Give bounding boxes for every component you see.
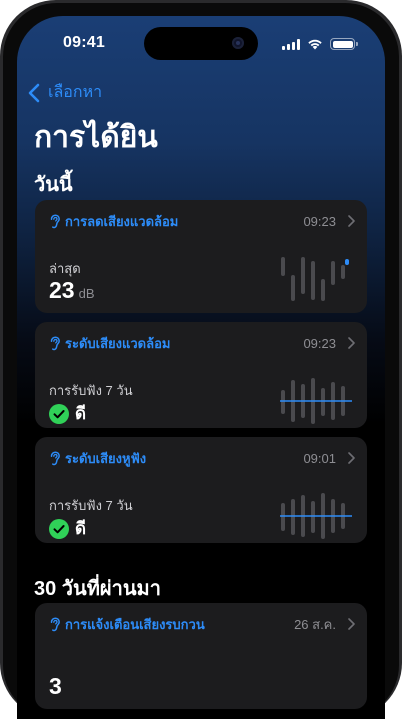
back-label: เลือกหา — [48, 84, 103, 101]
screen: 09:41 เลือกหา การได้ยิน วันนี้ การลดเสีย… — [17, 16, 385, 719]
status-text: ดี — [75, 404, 87, 423]
headphone-sparkline — [280, 493, 352, 539]
environmental-sparkline — [280, 378, 352, 424]
latest-db-unit: dB — [78, 286, 95, 301]
card-title: ระดับเสียงแวดล้อม — [65, 335, 171, 351]
checkmark-circle-icon — [49, 518, 69, 539]
latest-db-value: 23 — [49, 277, 75, 303]
ear-icon — [50, 616, 60, 631]
latest-value: 23 dB — [49, 277, 95, 304]
section-header-last-30-days: 30 วันที่ผ่านมา — [34, 578, 161, 600]
card-label: ล่าสุด — [49, 261, 81, 276]
chevron-right-icon — [348, 337, 355, 349]
volume-down-button — [0, 218, 3, 270]
card-time: 09:01 — [303, 450, 336, 466]
chevron-left-icon — [28, 83, 40, 102]
card-environmental-level[interactable]: ระดับเสียงแวดล้อม 09:23 การรับฟัง 7 วัน … — [35, 322, 367, 428]
card-noise-reduction[interactable]: การลดเสียงแวดล้อม 09:23 ล่าสุด 23 dB — [35, 200, 367, 313]
card-title: การแจ้งเตือนเสียงรบกวน — [65, 616, 205, 632]
ear-icon — [50, 335, 60, 350]
chevron-right-icon — [348, 452, 355, 464]
card-header: การแจ้งเตือนเสียงรบกวน 26 ส.ค. — [49, 615, 355, 633]
status-icons — [282, 38, 358, 50]
status-time: 09:41 — [63, 34, 105, 51]
card-time: 09:23 — [303, 213, 336, 229]
card-header: ระดับเสียงแวดล้อม 09:23 — [49, 334, 355, 352]
card-date: 26 ส.ค. — [294, 616, 336, 632]
card-title: การลดเสียงแวดล้อม — [65, 213, 179, 229]
page-title: การได้ยิน — [34, 121, 158, 154]
card-headphone-level[interactable]: ระดับเสียงหูฟัง 09:01 การรับฟัง 7 วัน ดี — [35, 437, 367, 543]
card-title: ระดับเสียงหูฟัง — [65, 450, 147, 466]
status-text: ดี — [75, 519, 87, 538]
noise-reduction-sparkline — [281, 257, 349, 301]
ear-icon — [50, 213, 60, 228]
status-ok: ดี — [49, 400, 86, 427]
checkmark-circle-icon — [49, 403, 69, 424]
status-bar: 09:41 — [17, 16, 385, 70]
back-button[interactable]: เลือกหา — [27, 80, 102, 105]
wifi-icon — [308, 39, 322, 50]
chevron-right-icon — [348, 215, 355, 227]
card-header: การลดเสียงแวดล้อม 09:23 — [49, 212, 355, 230]
cellular-signal-icon — [282, 38, 300, 50]
volume-up-button — [0, 158, 3, 210]
dynamic-island — [144, 27, 258, 60]
camera-icon — [232, 37, 244, 49]
battery-icon — [330, 38, 358, 50]
notification-count: 3 — [49, 673, 62, 699]
card-header: ระดับเสียงหูฟัง 09:01 — [49, 449, 355, 467]
chevron-right-icon — [348, 618, 355, 630]
card-label: การรับฟัง 7 วัน — [49, 383, 133, 398]
card-noise-notifications[interactable]: การแจ้งเตือนเสียงรบกวน 26 ส.ค. 3 — [35, 603, 367, 709]
ear-icon — [50, 450, 60, 465]
action-button — [0, 118, 3, 144]
card-time: 09:23 — [303, 335, 336, 351]
status-ok: ดี — [49, 515, 86, 542]
card-label: การรับฟัง 7 วัน — [49, 498, 133, 513]
section-header-today: วันนี้ — [34, 174, 73, 196]
